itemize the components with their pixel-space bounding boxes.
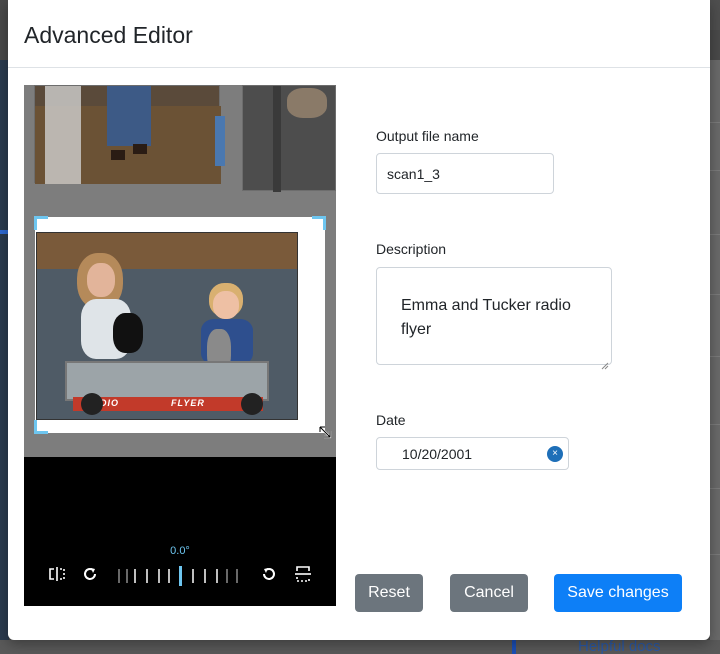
background-right-panel: [710, 60, 720, 654]
flip-horizontal-icon[interactable]: [46, 563, 68, 585]
neighbor-photo-top-right: [242, 85, 336, 192]
background-marker: [512, 640, 516, 654]
rotate-counterclockwise-icon[interactable]: [258, 563, 280, 585]
description-textarea[interactable]: Emma and Tucker radio flyer: [376, 267, 612, 370]
crop-handle-bottom-left[interactable]: [34, 420, 48, 434]
output-file-name-input[interactable]: scan1_3: [376, 153, 554, 194]
date-label: Date: [376, 412, 406, 428]
description-text: Emma and Tucker radio flyer: [401, 297, 571, 338]
cropped-photo: RADIO FLYER: [36, 232, 298, 420]
image-crop-editor[interactable]: RADIO FLYER 0.0°: [24, 85, 336, 606]
modal-header: Advanced Editor: [8, 0, 710, 68]
wagon-text-right: FLYER: [171, 398, 205, 408]
rotation-ruler-indicator[interactable]: [179, 566, 182, 586]
cancel-button[interactable]: Cancel: [450, 574, 528, 612]
date-value: 10/20/2001: [402, 446, 473, 462]
flip-vertical-icon[interactable]: [292, 563, 314, 585]
resize-handle-icon[interactable]: [601, 354, 609, 370]
crop-handle-top-left[interactable]: [34, 216, 48, 230]
crop-handle-top-right[interactable]: [312, 216, 326, 230]
rotation-ruler[interactable]: [116, 566, 244, 586]
resize-cursor-icon[interactable]: [318, 425, 332, 439]
helpful-docs-link: Helpful docs: [578, 638, 661, 654]
advanced-editor-modal: Advanced Editor RADIO FLYER: [8, 0, 710, 640]
rotate-clockwise-icon[interactable]: [79, 563, 101, 585]
clear-date-icon[interactable]: ×: [547, 446, 563, 462]
modal-title: Advanced Editor: [24, 22, 193, 48]
neighbor-photo-top-left: [34, 85, 225, 184]
save-changes-button[interactable]: Save changes: [554, 574, 682, 612]
reset-button[interactable]: Reset: [355, 574, 423, 612]
description-label: Description: [376, 241, 447, 257]
rotation-angle-label: 0.0°: [170, 545, 190, 557]
output-file-name-label: Output file name: [376, 128, 479, 144]
date-input[interactable]: 10/20/2001 ×: [376, 437, 569, 470]
